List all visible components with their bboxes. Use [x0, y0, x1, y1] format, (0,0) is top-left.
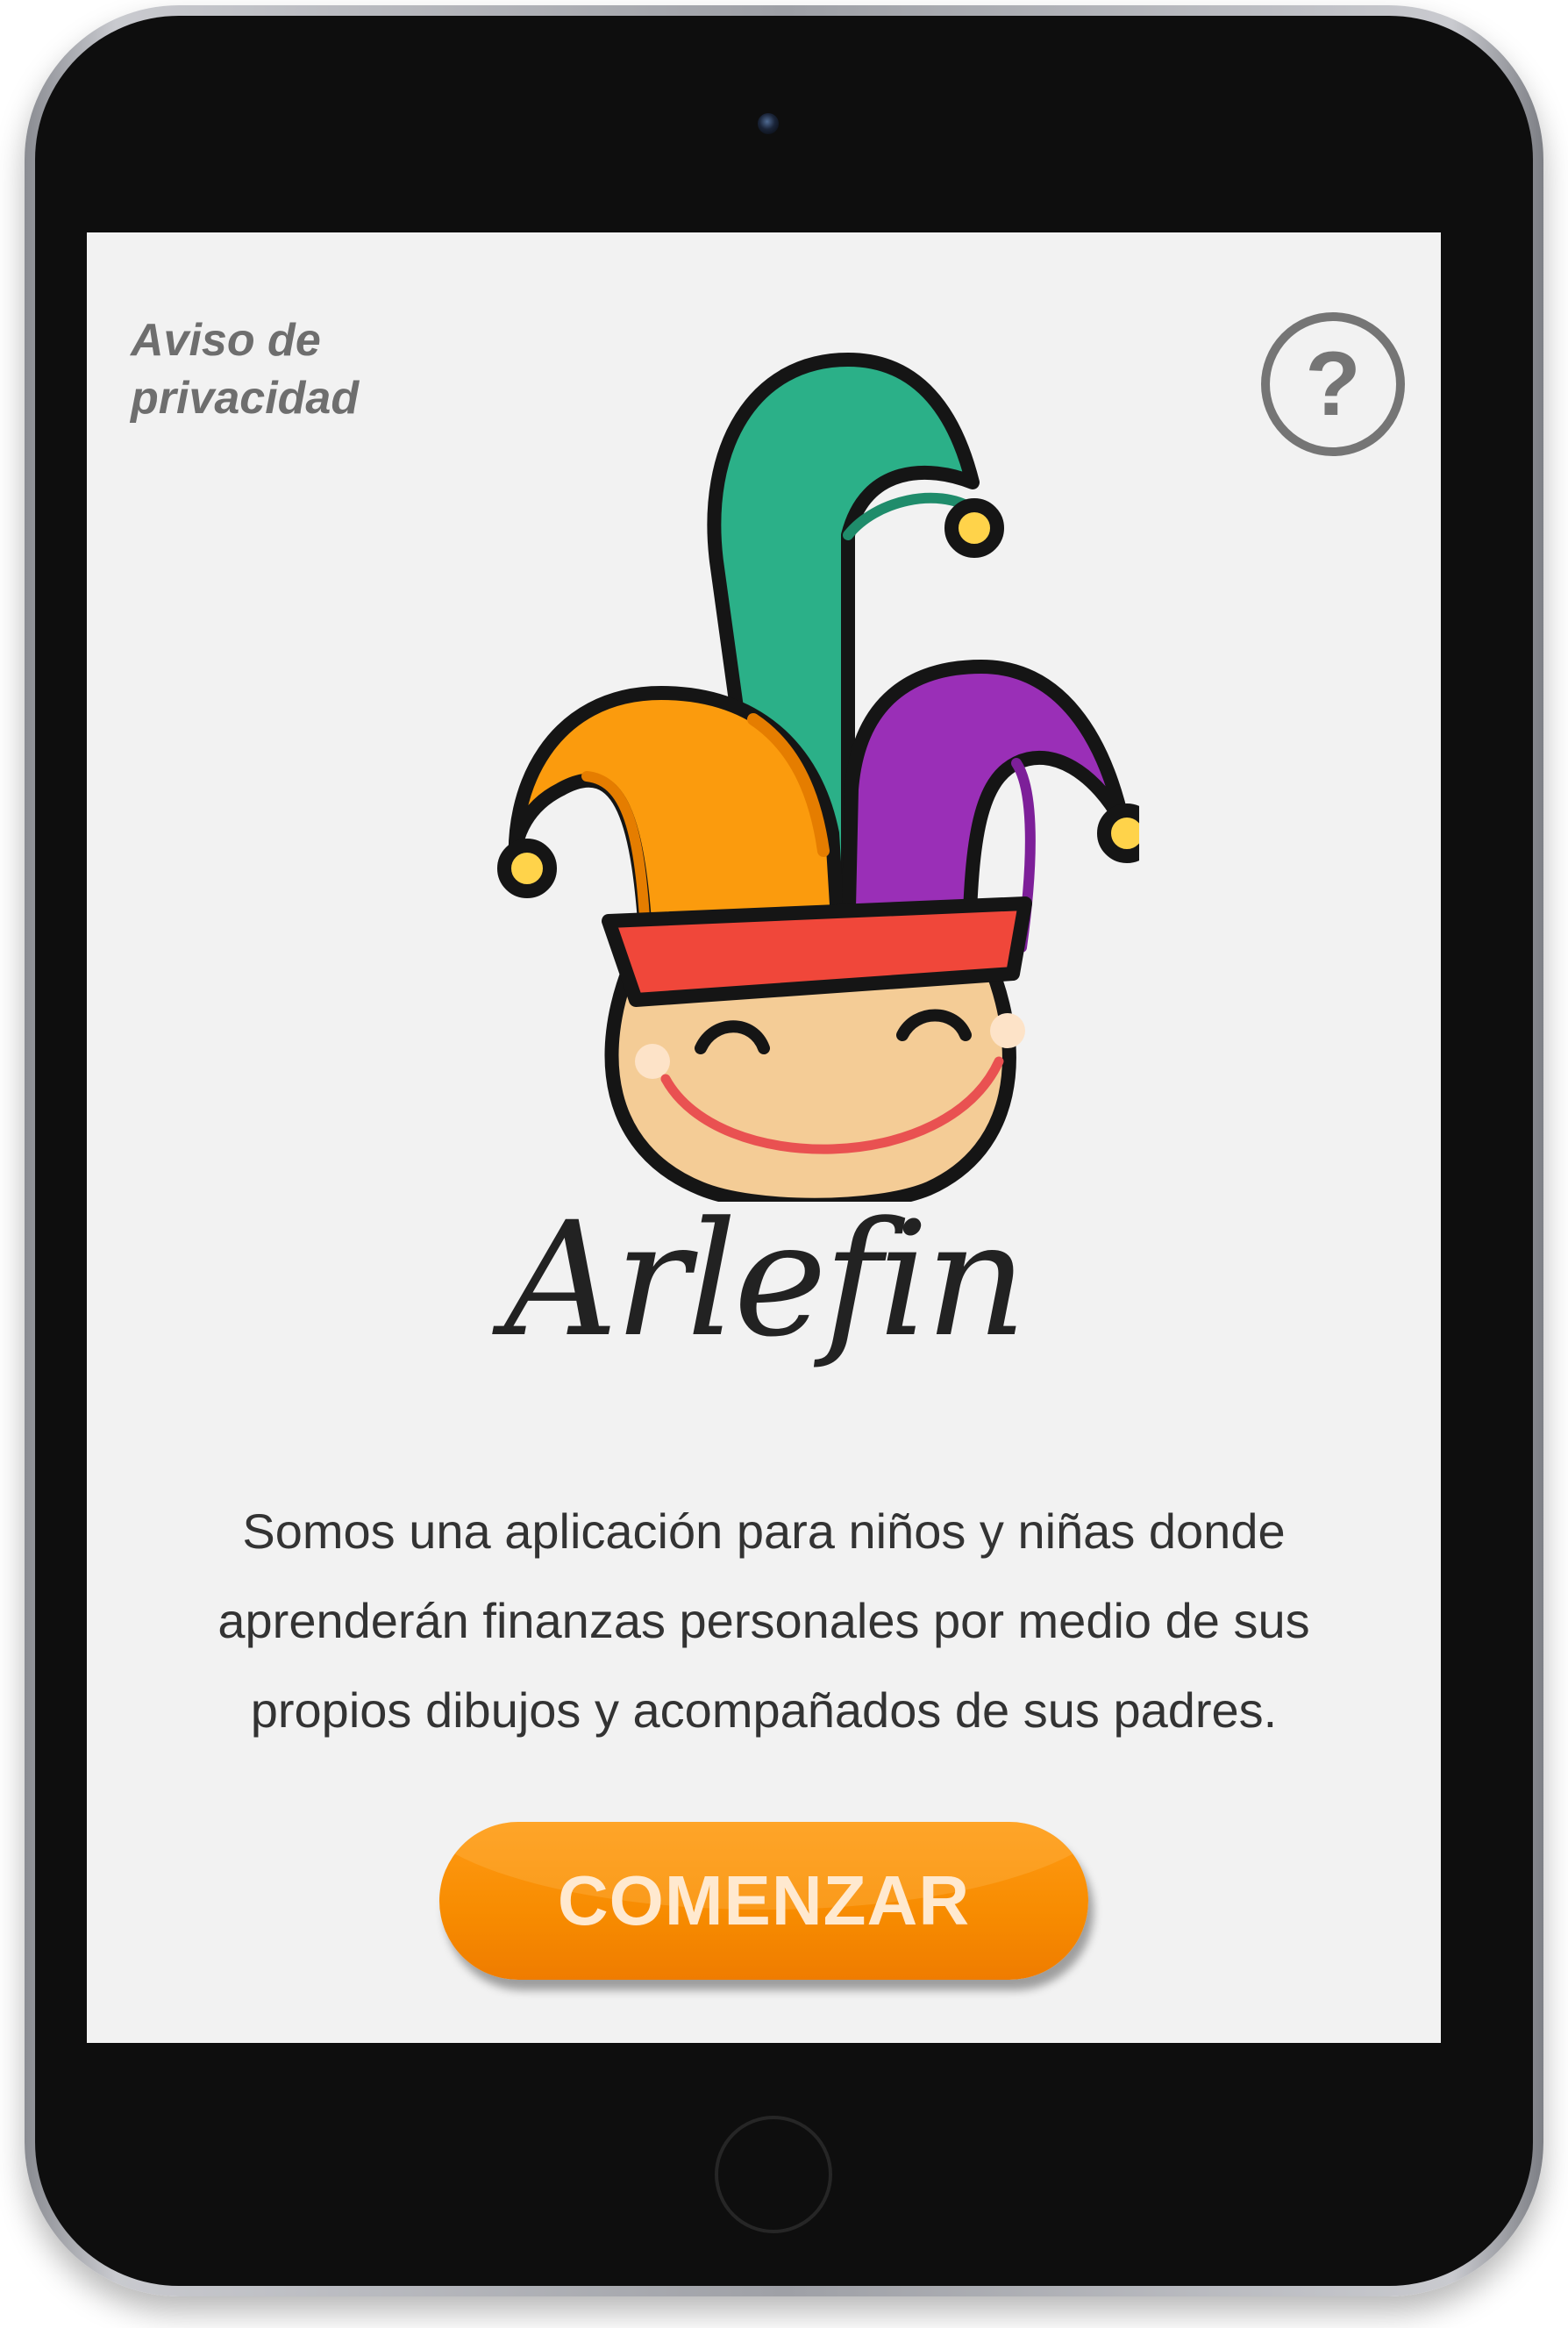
help-button[interactable]: ?	[1260, 311, 1406, 457]
app-description: Somos una aplicación para niños y niñas …	[217, 1503, 1310, 1738]
app-wordmark: Arlefin	[503, 1189, 1027, 1372]
jester-mascot-icon	[497, 353, 1139, 1202]
app-screen: Aviso de privacidad ? Arlefin Somos una …	[87, 232, 1441, 2043]
question-circle-icon: ?	[1261, 312, 1405, 456]
home-button[interactable]	[715, 2116, 832, 2233]
help-symbol: ?	[1305, 333, 1361, 435]
start-button[interactable]: COMENZAR	[439, 1822, 1088, 1980]
front-camera	[758, 113, 779, 134]
start-button-label: COMENZAR	[557, 1861, 971, 1939]
privacy-notice-link[interactable]: Aviso de privacidad	[131, 311, 359, 427]
